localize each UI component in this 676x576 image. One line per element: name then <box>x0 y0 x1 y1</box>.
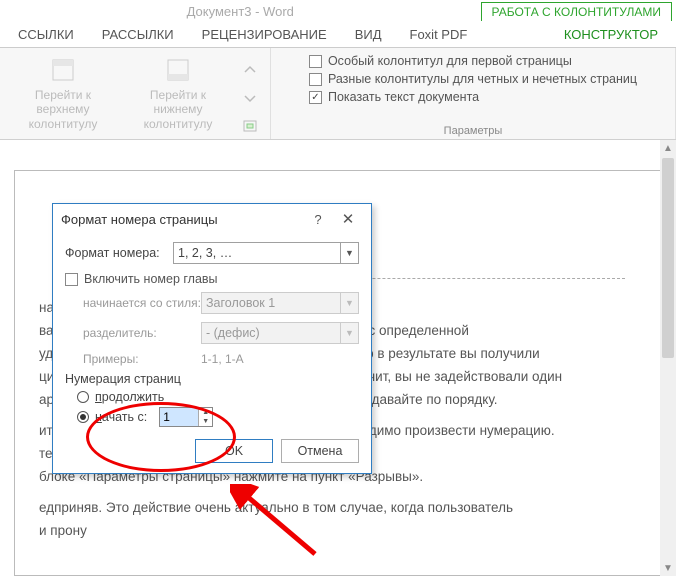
tab-links[interactable]: ССЫЛКИ <box>18 27 74 42</box>
start-at-spinner[interactable]: 1 ▲ ▼ <box>159 407 213 427</box>
spin-up-button[interactable]: ▲ <box>199 408 212 417</box>
help-button[interactable]: ? <box>303 212 333 227</box>
examples-value: 1-1, 1-A <box>201 352 244 366</box>
radio-start-at-label: начать с: <box>95 410 147 424</box>
close-button[interactable]: ✕ <box>333 210 363 228</box>
tab-design[interactable]: КОНСТРУКТОР <box>564 27 658 42</box>
checkbox-odd-even[interactable]: Разные колонтитулы для четных и нечетных… <box>309 72 637 86</box>
examples-label: Примеры: <box>83 352 201 366</box>
include-chapter-checkbox[interactable]: Включить номер главы <box>65 272 359 286</box>
next-section-button[interactable] <box>238 86 262 110</box>
arrow-down-icon <box>242 90 258 106</box>
dialog-titlebar: Формат номера страницы ? ✕ <box>53 204 371 234</box>
nav-mini-buttons <box>238 52 262 138</box>
starts-style-combo: Заголовок 1 ▼ <box>201 292 359 314</box>
separator-label: разделитель: <box>83 326 201 340</box>
checkbox-icon <box>65 273 78 286</box>
separator-value: - (дефис) <box>206 326 260 340</box>
format-value: 1, 2, 3, … <box>178 246 232 260</box>
vertical-scrollbar[interactable]: ▲ ▼ <box>660 140 676 576</box>
starts-style-value: Заголовок 1 <box>206 296 275 310</box>
previous-section-button[interactable] <box>238 58 262 82</box>
goto-header-button[interactable]: Перейти к верхнему колонтитулу <box>8 52 118 131</box>
tab-review[interactable]: РЕЦЕНЗИРОВАНИЕ <box>202 27 327 42</box>
radio-icon <box>77 391 89 403</box>
include-chapter-label: Включить номер главы <box>84 272 218 286</box>
checkbox-show-doc-label: Показать текст документа <box>328 90 479 104</box>
link-previous-button[interactable] <box>238 114 262 138</box>
separator-combo: - (дефис) ▼ <box>201 322 359 344</box>
start-at-value: 1 <box>160 408 198 426</box>
chevron-down-icon: ▼ <box>340 323 358 343</box>
arrow-up-icon <box>242 62 258 78</box>
header-icon <box>49 56 77 84</box>
ribbon: Перейти к верхнему колонтитулу Перейти к… <box>0 48 676 140</box>
checkbox-show-doc[interactable]: ✓ Показать текст документа <box>309 90 637 104</box>
dialog-title: Формат номера страницы <box>61 212 303 227</box>
format-combo[interactable]: 1, 2, 3, … ▼ <box>173 242 359 264</box>
chevron-down-icon: ▼ <box>340 293 358 313</box>
checkbox-icon <box>309 73 322 86</box>
goto-footer-button[interactable]: Перейти к нижнему колонтитулу <box>126 52 230 131</box>
tab-view[interactable]: ВИД <box>355 27 382 42</box>
document-title: Документ3 - Word <box>0 4 481 19</box>
checkbox-odd-even-label: Разные колонтитулы для четных и нечетных… <box>328 72 637 86</box>
footer-icon <box>164 56 192 84</box>
scroll-up-button[interactable]: ▲ <box>660 140 676 156</box>
ok-button[interactable]: OK <box>195 439 273 463</box>
group-parameters: Особый колонтитул для первой страницы Ра… <box>271 48 676 139</box>
context-tab-header-footer[interactable]: РАБОТА С КОЛОНТИТУЛАМИ <box>481 2 673 21</box>
chevron-down-icon: ▼ <box>340 243 358 263</box>
spin-down-button[interactable]: ▼ <box>199 417 212 426</box>
link-icon <box>242 118 258 134</box>
radio-selected-icon <box>77 411 89 423</box>
group-navigation: Перейти к верхнему колонтитулу Перейти к… <box>0 48 271 139</box>
radio-start-at[interactable]: начать с: 1 ▲ ▼ <box>77 407 359 427</box>
titlebar: Документ3 - Word РАБОТА С КОЛОНТИТУЛАМИ <box>0 0 676 22</box>
tab-foxit[interactable]: Foxit PDF <box>410 27 468 42</box>
page-number-format-dialog: Формат номера страницы ? ✕ Формат номера… <box>52 203 372 474</box>
scroll-thumb[interactable] <box>662 158 674 358</box>
numbering-group-label: Нумерация страниц <box>65 372 359 386</box>
checkbox-checked-icon: ✓ <box>309 91 322 104</box>
format-label: Формат номера: <box>65 246 173 260</box>
checkbox-first-page-label: Особый колонтитул для первой страницы <box>328 54 572 68</box>
group-parameters-label: Параметры <box>444 123 503 137</box>
ribbon-tabs: ССЫЛКИ РАССЫЛКИ РЕЦЕНЗИРОВАНИЕ ВИД Foxit… <box>0 22 676 48</box>
radio-continue-label: продолжить <box>95 390 164 404</box>
scroll-down-button[interactable]: ▼ <box>660 560 676 576</box>
goto-header-label: Перейти к верхнему колонтитулу <box>8 88 118 131</box>
starts-style-label: начинается со стиля: <box>83 296 201 310</box>
radio-continue[interactable]: продолжить <box>77 390 359 404</box>
cancel-button[interactable]: Отмена <box>281 439 359 463</box>
tab-mailings[interactable]: РАССЫЛКИ <box>102 27 174 42</box>
checkbox-first-page[interactable]: Особый колонтитул для первой страницы <box>309 54 637 68</box>
checkbox-icon <box>309 55 322 68</box>
goto-footer-label: Перейти к нижнему колонтитулу <box>126 88 230 131</box>
